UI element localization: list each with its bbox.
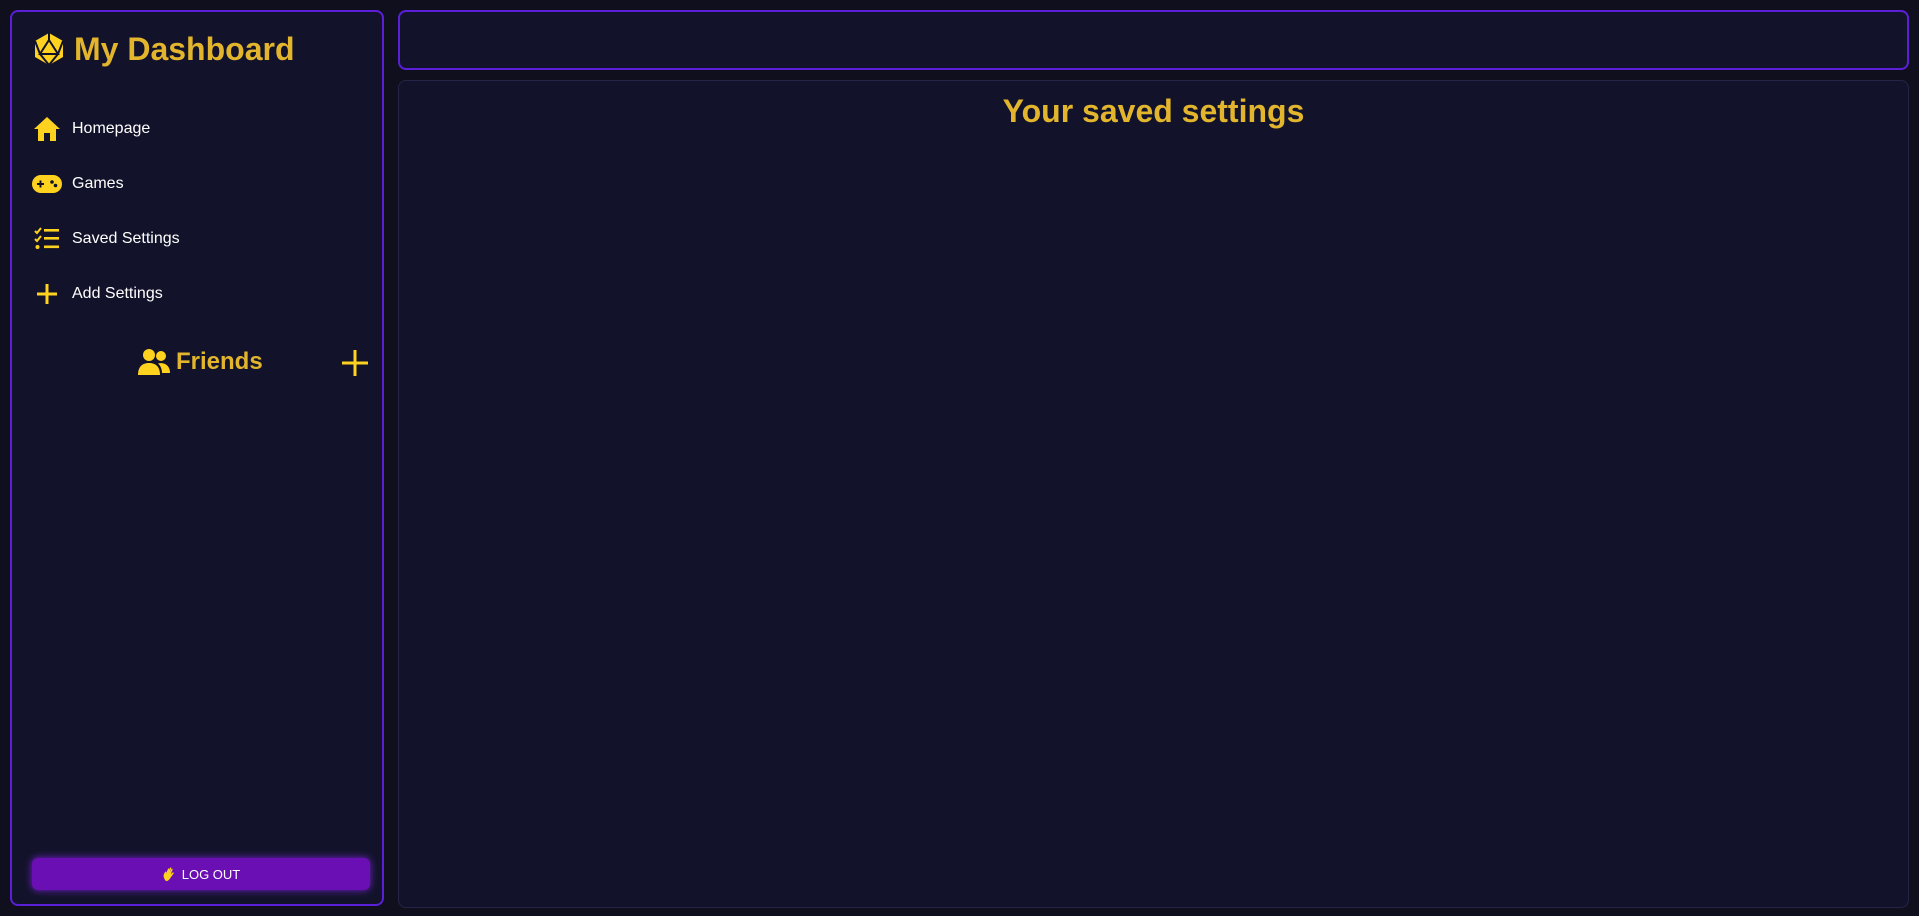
- home-icon: [32, 116, 62, 142]
- plus-icon: [32, 281, 62, 307]
- d20-dice-icon: [34, 33, 64, 66]
- page-title: Your saved settings: [1002, 93, 1305, 129]
- nav-item-games[interactable]: Games: [32, 171, 124, 197]
- top-bar: [398, 10, 1909, 70]
- users-icon: [138, 349, 170, 375]
- main-panel: Your saved settings: [398, 80, 1909, 908]
- checklist-icon: [32, 226, 62, 252]
- nav-item-add-settings[interactable]: Add Settings: [32, 281, 163, 307]
- brand[interactable]: My Dashboard: [32, 32, 294, 66]
- add-friend-button[interactable]: [340, 348, 370, 378]
- nav-item-label: Saved Settings: [72, 230, 180, 247]
- logout-button[interactable]: LOG OUT: [32, 858, 370, 890]
- nav-item-label: Games: [72, 175, 124, 192]
- gamepad-icon: [32, 171, 62, 197]
- friends-header: Friends: [138, 348, 263, 376]
- sidebar: My Dashboard Homepage Games Saved Settin…: [10, 10, 384, 906]
- nav-item-saved-settings[interactable]: Saved Settings: [32, 226, 180, 252]
- nav-item-label: Add Settings: [72, 285, 163, 302]
- logout-label: LOG OUT: [181, 866, 241, 882]
- nav-item-label: Homepage: [72, 120, 151, 137]
- app-title: My Dashboard: [74, 31, 295, 67]
- friends-label: Friends: [176, 348, 263, 375]
- nav-item-homepage[interactable]: Homepage: [32, 116, 150, 142]
- plus-icon: [342, 350, 368, 376]
- hand-wave-icon: [163, 867, 174, 882]
